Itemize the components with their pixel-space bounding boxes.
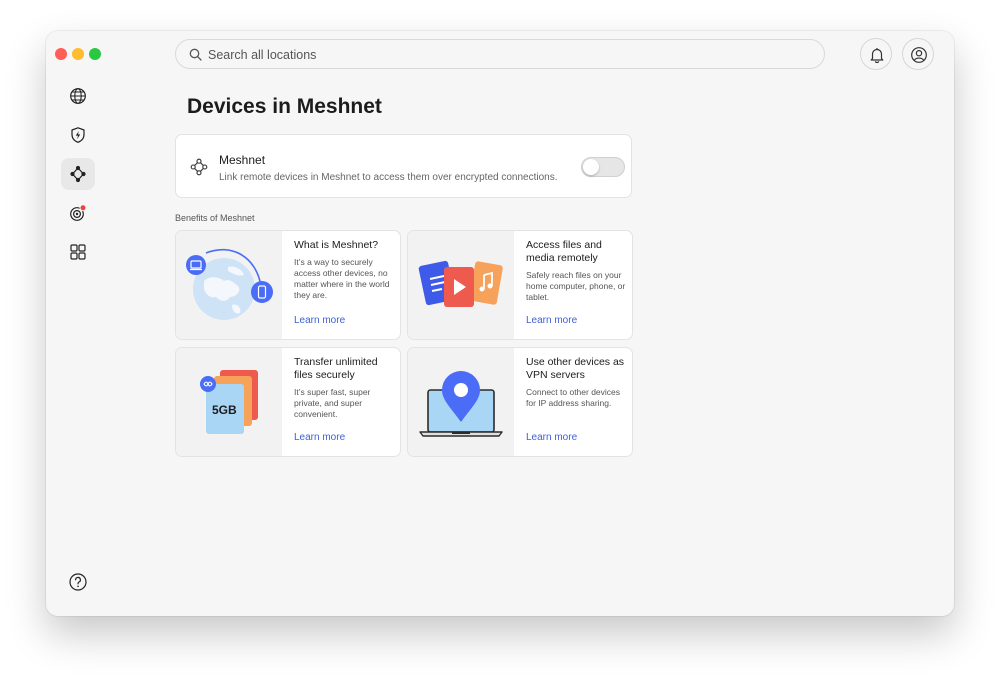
meshnet-toggle-description: Link remote devices in Meshnet to access… xyxy=(219,172,558,183)
target-alert-icon xyxy=(70,204,87,221)
learn-more-link[interactable]: Learn more xyxy=(294,432,345,443)
sidebar-item-meshnet[interactable] xyxy=(61,158,95,190)
benefit-card-transfer-files: 5GB Transfer unlimited files securely It… xyxy=(175,347,401,457)
apps-grid-icon xyxy=(70,244,86,260)
card-description: It’s a way to securely access other devi… xyxy=(294,257,390,300)
laptop-location-illustration xyxy=(408,348,514,456)
globe-devices-illustration xyxy=(176,231,282,339)
shield-bolt-icon xyxy=(71,127,85,143)
card-title: Access files and media remotely xyxy=(526,239,602,264)
search-icon xyxy=(189,48,202,61)
app-window: Search all locations Devices in Meshnet … xyxy=(46,31,954,616)
meshnet-toggle-title: Meshnet xyxy=(219,153,266,167)
card-description: Connect to other devices for IP address … xyxy=(526,387,621,408)
help-icon[interactable] xyxy=(68,572,88,592)
sidebar-item-dark-web-monitor[interactable] xyxy=(61,197,95,229)
card-title: What is Meshnet? xyxy=(294,239,379,251)
meshnet-toggle-card: Meshnet Link remote devices in Meshnet t… xyxy=(175,134,632,198)
search-placeholder: Search all locations xyxy=(208,48,317,62)
card-title: Use other devices as VPN servers xyxy=(526,356,625,381)
files-media-illustration xyxy=(408,231,514,339)
benefit-card-what-is-meshnet: What is Meshnet? It’s a way to securely … xyxy=(175,230,401,340)
minimize-window-button[interactable] xyxy=(72,48,84,60)
notifications-button[interactable] xyxy=(860,38,892,70)
close-window-button[interactable] xyxy=(55,48,67,60)
benefit-card-vpn-servers: Use other devices as VPN servers Connect… xyxy=(407,347,633,457)
file-size-label: 5GB xyxy=(212,403,237,417)
learn-more-link[interactable]: Learn more xyxy=(526,432,577,443)
file-transfer-illustration: 5GB xyxy=(176,348,282,456)
meshnet-icon xyxy=(70,165,86,183)
sidebar-item-apps[interactable] xyxy=(61,236,95,268)
page-title: Devices in Meshnet xyxy=(187,95,382,118)
learn-more-link[interactable]: Learn more xyxy=(294,315,345,326)
benefits-heading: Benefits of Meshnet xyxy=(175,213,255,223)
zoom-window-button[interactable] xyxy=(89,48,101,60)
meshnet-toggle-switch[interactable] xyxy=(581,157,625,177)
switch-knob xyxy=(583,159,599,175)
profile-button[interactable] xyxy=(902,38,934,70)
search-input[interactable]: Search all locations xyxy=(175,39,825,69)
profile-icon xyxy=(911,47,927,63)
learn-more-link[interactable]: Learn more xyxy=(526,315,577,326)
sidebar-item-threat-protection[interactable] xyxy=(61,119,95,151)
card-description: Safely reach files on your home computer… xyxy=(526,270,626,302)
benefit-card-access-files: Access files and media remotely Safely r… xyxy=(407,230,633,340)
globe-icon xyxy=(70,88,86,104)
card-description: It’s super fast, super private, and supe… xyxy=(294,387,371,419)
bell-icon xyxy=(870,48,884,64)
meshnet-icon xyxy=(190,158,208,176)
card-title: Transfer unlimited files securely xyxy=(294,356,378,381)
sidebar-item-countries[interactable] xyxy=(61,80,95,112)
